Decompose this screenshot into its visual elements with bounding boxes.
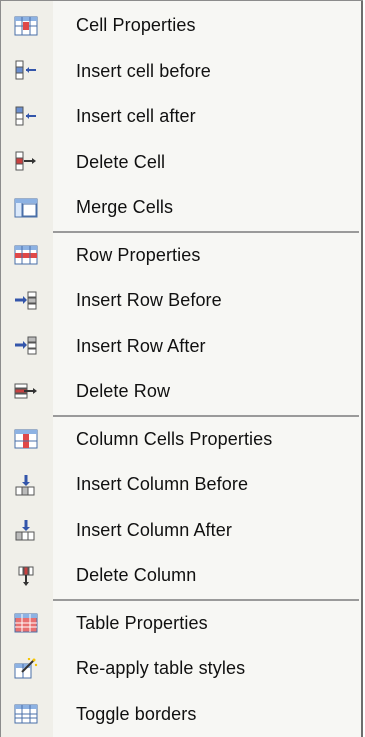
menu-item-reapply-table-styles[interactable]: Re-apply table styles — [1, 646, 363, 692]
menu-item-delete-cell[interactable]: Delete Cell — [1, 140, 363, 186]
menu-item-label: Cell Properties — [76, 15, 196, 36]
menu-item-label: Table Properties — [76, 612, 208, 633]
toggle-borders-icon — [14, 703, 38, 725]
menu-item-label: Delete Cell — [76, 151, 166, 172]
row-group: Row Properties Insert Row Before Insert … — [1, 233, 363, 415]
menu-item-label: Delete Column — [76, 565, 197, 586]
menu-item-label: Column Cells Properties — [76, 428, 273, 449]
menu-item-delete-column[interactable]: Delete Column — [1, 553, 363, 599]
menu-item-row-properties[interactable]: Row Properties — [1, 233, 363, 279]
cell-properties-icon — [14, 15, 38, 37]
table-group: Table Properties Re-apply table styles T… — [1, 601, 363, 737]
menu-item-label: Insert Column Before — [76, 474, 249, 495]
menu-item-insert-row-before[interactable]: Insert Row Before — [1, 278, 363, 324]
menu-item-label: Insert Column After — [76, 519, 232, 540]
insert-row-after-icon — [14, 335, 38, 357]
menu-item-label: Merge Cells — [76, 197, 174, 218]
reapply-styles-icon — [14, 657, 38, 680]
menu-item-insert-row-after[interactable]: Insert Row After — [1, 324, 363, 370]
menu-item-cell-properties[interactable]: Cell Properties — [1, 3, 363, 49]
table-properties-icon — [14, 612, 38, 634]
menu-item-label: Delete Row — [76, 381, 171, 402]
menu-item-insert-column-before[interactable]: Insert Column Before — [1, 462, 363, 508]
insert-cell-before-icon — [14, 60, 38, 82]
insert-column-before-icon — [14, 474, 38, 496]
menu-item-insert-cell-before[interactable]: Insert cell before — [1, 49, 363, 95]
delete-row-icon — [14, 381, 38, 403]
context-menu: Cell Properties Insert cell before Inser… — [0, 0, 363, 737]
menu-item-insert-cell-after[interactable]: Insert cell after — [1, 94, 363, 140]
menu-item-label: Row Properties — [76, 244, 201, 265]
column-group: Column Cells Properties Insert Column Be… — [1, 417, 363, 599]
menu-item-label: Re-apply table styles — [76, 658, 246, 679]
insert-column-after-icon — [14, 519, 38, 541]
menu-item-column-cells-properties[interactable]: Column Cells Properties — [1, 417, 363, 463]
menu-item-label: Insert Row Before — [76, 290, 222, 311]
row-properties-icon — [14, 244, 38, 266]
insert-row-before-icon — [14, 290, 38, 312]
column-properties-icon — [14, 428, 38, 450]
menu-item-label: Insert cell after — [76, 106, 196, 127]
cell-group: Cell Properties Insert cell before Inser… — [1, 3, 363, 231]
delete-cell-icon — [14, 151, 38, 173]
insert-cell-after-icon — [14, 106, 38, 128]
menu-item-label: Toggle borders — [76, 703, 197, 724]
menu-item-insert-column-after[interactable]: Insert Column After — [1, 508, 363, 554]
menu-item-merge-cells[interactable]: Merge Cells — [1, 185, 363, 231]
delete-column-icon — [14, 565, 38, 587]
menu-item-toggle-borders[interactable]: Toggle borders — [1, 692, 363, 737]
merge-cells-icon — [14, 197, 38, 219]
menu-item-table-properties[interactable]: Table Properties — [1, 601, 363, 647]
menu-item-label: Insert Row After — [76, 335, 206, 356]
menu-item-label: Insert cell before — [76, 60, 211, 81]
menu-item-delete-row[interactable]: Delete Row — [1, 369, 363, 415]
